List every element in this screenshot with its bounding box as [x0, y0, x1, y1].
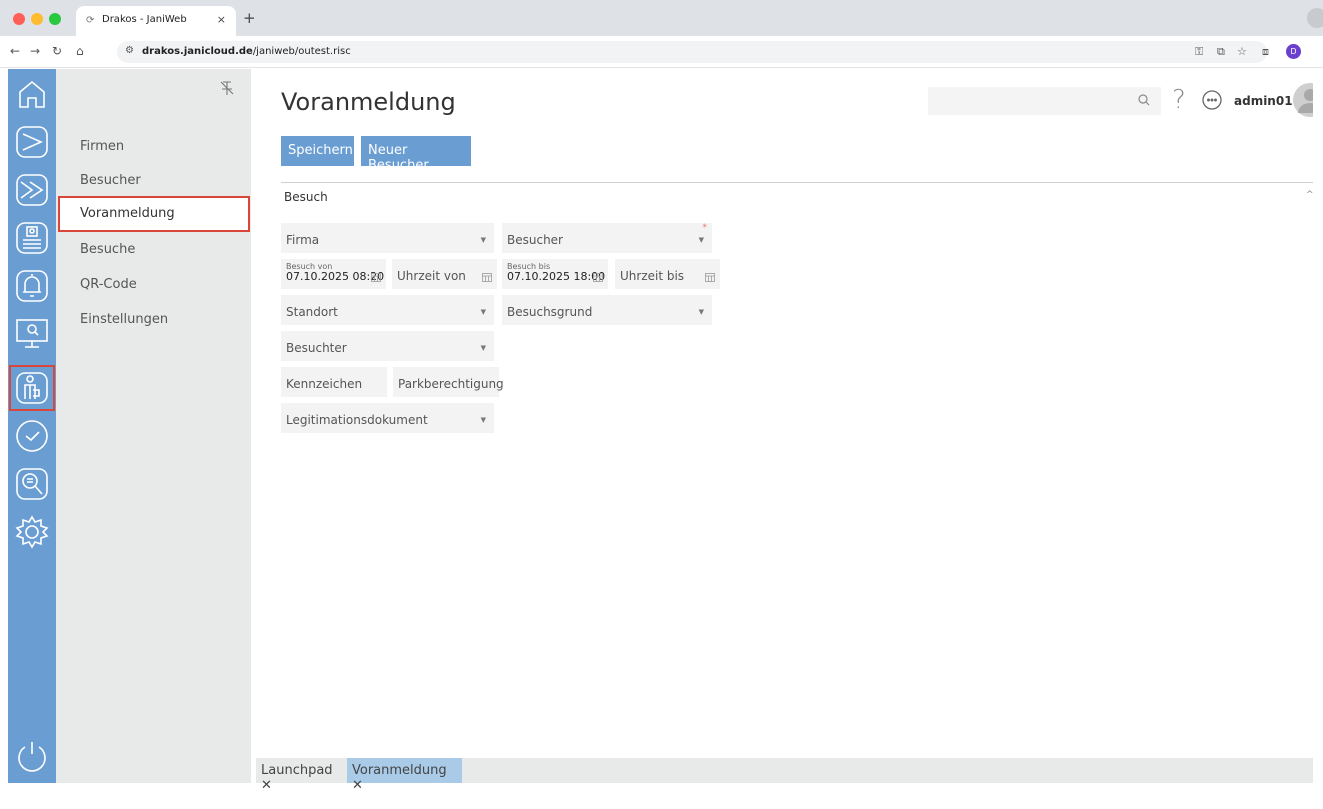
monitor-search-icon[interactable] [15, 317, 49, 351]
page-title: Voranmeldung [281, 88, 456, 116]
extensions-icon[interactable]: ⧈ [1262, 45, 1269, 59]
maximize-window-button[interactable] [49, 13, 61, 25]
tab-label: Voranmeldung [352, 763, 447, 778]
besuch-von-date-field[interactable]: Besuch von 07.10.2025 08:20 [281, 259, 386, 289]
field-label: Uhrzeit bis [620, 269, 685, 283]
close-icon[interactable]: ✕ [352, 778, 363, 793]
close-tab-icon[interactable]: × [217, 13, 226, 26]
settings-gear-icon[interactable] [15, 515, 49, 549]
bell-icon[interactable] [15, 269, 49, 303]
field-label: Parkberechtigung [398, 377, 504, 391]
new-tab-button[interactable]: + [243, 9, 256, 27]
tab-voranmeldung[interactable]: Voranmeldung ✕ [347, 758, 462, 793]
calendar-icon[interactable] [593, 273, 603, 282]
chevron-down-icon: ▼ [480, 344, 486, 352]
user-avatar[interactable] [1293, 83, 1313, 117]
browser-toolbar: ← → ↻ ⌂ ⚙ drakos.janicloud.de/janiweb/ou… [0, 36, 1323, 68]
back-icon[interactable]: ← [10, 44, 20, 58]
besuch-bis-date-field[interactable]: Besuch bis 07.10.2025 18:00 [502, 259, 608, 289]
chevron-down-icon: ▼ [480, 416, 486, 424]
close-window-button[interactable] [13, 13, 25, 25]
chevron-down-icon: ▼ [480, 308, 486, 316]
browser-profile-icon[interactable] [1307, 8, 1323, 28]
legitimationsdokument-select[interactable]: Legitimationsdokument ▼ [281, 403, 494, 433]
sidebar-item-qr-code[interactable]: QR-Code [80, 277, 137, 292]
browser-tab[interactable]: ⟳ Drakos - JaniWeb × [76, 6, 236, 36]
main-content: Voranmeldung ? admin01 Speichern Neuer B… [251, 69, 1314, 783]
field-label: Besuchter [286, 341, 347, 355]
forward-icon[interactable]: → [30, 44, 40, 58]
home-icon[interactable] [15, 77, 49, 111]
sidebar-item-besucher[interactable]: Besucher [80, 173, 141, 188]
field-label: Besucher [507, 233, 563, 247]
browser-tabbar: ⟳ Drakos - JaniWeb × + [0, 0, 1323, 36]
password-key-icon[interactable]: ⚿ [1195, 45, 1203, 59]
search-document-icon[interactable] [15, 467, 49, 501]
browser-tab-title: Drakos - JaniWeb [102, 14, 187, 25]
field-label: Uhrzeit von [397, 269, 466, 283]
chevron-down-icon: ▼ [698, 236, 704, 244]
id-card-icon[interactable] [15, 221, 49, 255]
fast-forward-icon[interactable] [15, 173, 49, 207]
sidebar-item-firmen[interactable]: Firmen [80, 139, 124, 154]
uhrzeit-von-field[interactable]: Uhrzeit von [392, 259, 497, 289]
user-name[interactable]: admin01 [1234, 94, 1293, 108]
parkberechtigung-field[interactable]: Parkberechtigung [393, 367, 504, 397]
field-label: Besuchsgrund [507, 305, 593, 319]
tab-launchpad[interactable]: Launchpad ✕ [256, 758, 344, 793]
kennzeichen-field[interactable]: Kennzeichen [281, 367, 387, 397]
field-value: 07.10.2025 08:20 [286, 270, 385, 283]
sidebar-item-voranmeldung[interactable]: Voranmeldung [58, 196, 250, 232]
besucher-select[interactable]: * Besucher ▼ [502, 223, 712, 253]
sidebar-item-label: Voranmeldung [80, 206, 175, 221]
standort-select[interactable]: Standort ▼ [281, 295, 494, 325]
cast-icon[interactable]: ⧉ [1217, 45, 1225, 59]
bottom-tab-bar: Launchpad ✕ Voranmeldung ✕ [256, 758, 1313, 793]
profile-avatar[interactable]: D [1286, 44, 1301, 59]
tab-label: Launchpad [261, 763, 333, 778]
bookmark-star-icon[interactable]: ☆ [1237, 45, 1247, 58]
search-icon [1138, 94, 1150, 106]
visitor-icon[interactable] [15, 371, 49, 405]
minimize-window-button[interactable] [31, 13, 43, 25]
search-input[interactable] [928, 87, 1161, 115]
chat-icon[interactable] [1201, 89, 1223, 111]
required-marker: * [702, 223, 708, 233]
save-button[interactable]: Speichern [281, 136, 354, 166]
chevron-down-icon: ▼ [698, 308, 704, 316]
calendar-icon[interactable] [705, 273, 715, 282]
close-icon[interactable]: ✕ [261, 778, 272, 793]
calendar-icon[interactable] [371, 273, 381, 282]
besuchsgrund-select[interactable]: Besuchsgrund ▼ [502, 295, 712, 325]
new-visitor-button[interactable]: Neuer Besucher [361, 136, 471, 173]
sidebar-item-einstellungen[interactable]: Einstellungen [80, 312, 168, 327]
power-icon[interactable] [15, 739, 49, 773]
besuchter-select[interactable]: Besuchter ▼ [281, 331, 494, 361]
field-label: Firma [286, 233, 320, 247]
reload-icon[interactable]: ↻ [52, 44, 62, 58]
section-divider [281, 182, 1313, 183]
field-label: Kennzeichen [286, 377, 363, 391]
field-value: 07.10.2025 18:00 [507, 270, 606, 283]
address-bar[interactable]: ⚙ drakos.janicloud.de/janiweb/outest.ris… [117, 41, 1267, 63]
firma-select[interactable]: Firma ▼ [281, 223, 494, 253]
site-settings-icon[interactable]: ⚙ [125, 45, 134, 56]
uhrzeit-bis-field[interactable]: Uhrzeit bis [615, 259, 720, 289]
sidebar-item-besuche[interactable]: Besuche [80, 242, 135, 257]
home-icon[interactable]: ⌂ [76, 44, 84, 58]
help-icon[interactable]: ? [1172, 85, 1194, 115]
url-text: drakos.janicloud.de/janiweb/outest.risc [142, 46, 351, 57]
app-rail [8, 69, 56, 783]
field-label: Legitimationsdokument [286, 413, 428, 427]
favicon-icon: ⟳ [86, 15, 95, 26]
clock-icon[interactable] [15, 419, 49, 453]
collapse-section-icon[interactable]: ^ [1306, 190, 1314, 200]
section-title: Besuch [284, 190, 328, 204]
send-icon[interactable] [15, 125, 49, 159]
calendar-icon[interactable] [482, 273, 492, 282]
chevron-down-icon: ▼ [480, 236, 486, 244]
field-label: Standort [286, 305, 338, 319]
pin-icon[interactable] [219, 80, 235, 96]
sidebar-menu: Firmen Besucher Voranmeldung Besuche QR-… [56, 69, 255, 783]
